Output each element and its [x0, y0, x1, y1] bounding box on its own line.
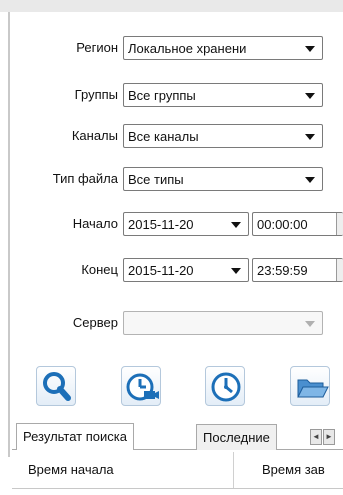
channels-label: Каналы	[71, 128, 118, 143]
region-label: Регион	[76, 40, 118, 55]
chevron-down-icon	[305, 177, 315, 183]
start-time-input[interactable]: 00:00:00	[252, 212, 343, 236]
window-top-bar	[0, 0, 343, 12]
tab-search-results-label: Результат поиска	[23, 429, 127, 444]
groups-value: Все группы	[128, 88, 196, 103]
channels-value: Все каналы	[128, 129, 199, 144]
results-tab-bar: Результат поиска Последние ◄ ►	[12, 420, 343, 450]
start-time-value: 00:00:00	[257, 217, 308, 232]
file-type-label: Тип файла	[52, 171, 118, 186]
channels-row: Каналы	[0, 124, 118, 148]
open-folder-button[interactable]	[290, 366, 330, 406]
groups-select[interactable]: Все группы	[123, 83, 323, 107]
server-label: Сервер	[72, 315, 118, 330]
column-header-start-time[interactable]: Время начала	[28, 462, 114, 477]
start-row: Начало	[0, 212, 118, 236]
start-date-value: 2015-11-20	[128, 217, 194, 232]
chevron-down-icon	[305, 93, 315, 99]
end-date-picker[interactable]: 2015-11-20	[123, 258, 249, 282]
region-value: Локальное хранени	[128, 41, 247, 56]
record-playback-button[interactable]	[121, 366, 161, 406]
results-table-header: Время начала Время зав	[12, 452, 343, 489]
start-date-picker[interactable]: 2015-11-20	[123, 212, 249, 236]
end-time-value: 23:59:59	[257, 263, 308, 278]
tab-search-results[interactable]: Результат поиска	[16, 423, 134, 450]
start-label: Начало	[72, 216, 118, 231]
end-label: Конец	[81, 262, 118, 277]
chevron-down-icon	[231, 268, 241, 274]
time-clock-icon	[211, 372, 241, 402]
search-icon	[43, 372, 71, 401]
region-row: Регион	[0, 36, 118, 60]
column-header-end-time[interactable]: Время зав	[262, 462, 325, 477]
record-playback-icon	[126, 373, 159, 401]
channels-select[interactable]: Все каналы	[123, 124, 323, 148]
chevron-down-icon	[305, 46, 315, 52]
tab-recent-label: Последние	[203, 430, 270, 445]
file-type-value: Все типы	[128, 172, 184, 187]
end-time-spinner[interactable]	[336, 259, 343, 281]
tab-recent[interactable]: Последние	[196, 424, 277, 450]
folder-open-icon	[297, 379, 329, 398]
tab-scroll-right-icon[interactable]: ►	[323, 429, 335, 445]
server-select[interactable]	[123, 311, 323, 335]
end-row: Конец	[0, 258, 118, 282]
start-time-spinner[interactable]	[336, 213, 343, 235]
groups-row: Группы	[0, 83, 118, 107]
region-select[interactable]: Локальное хранени	[123, 36, 323, 60]
search-button[interactable]	[36, 366, 76, 406]
groups-label: Группы	[74, 87, 118, 102]
end-date-value: 2015-11-20	[128, 263, 194, 278]
column-divider[interactable]	[233, 452, 234, 488]
chevron-down-icon	[305, 134, 315, 140]
file-type-row: Тип файла	[0, 167, 118, 191]
chevron-down-icon	[231, 222, 241, 228]
time-search-button[interactable]	[205, 366, 245, 406]
file-type-select[interactable]: Все типы	[123, 167, 323, 191]
server-row: Сервер	[0, 311, 118, 335]
chevron-down-icon	[305, 321, 315, 327]
tab-scroll-left-icon[interactable]: ◄	[310, 429, 322, 445]
end-time-input[interactable]: 23:59:59	[252, 258, 343, 282]
